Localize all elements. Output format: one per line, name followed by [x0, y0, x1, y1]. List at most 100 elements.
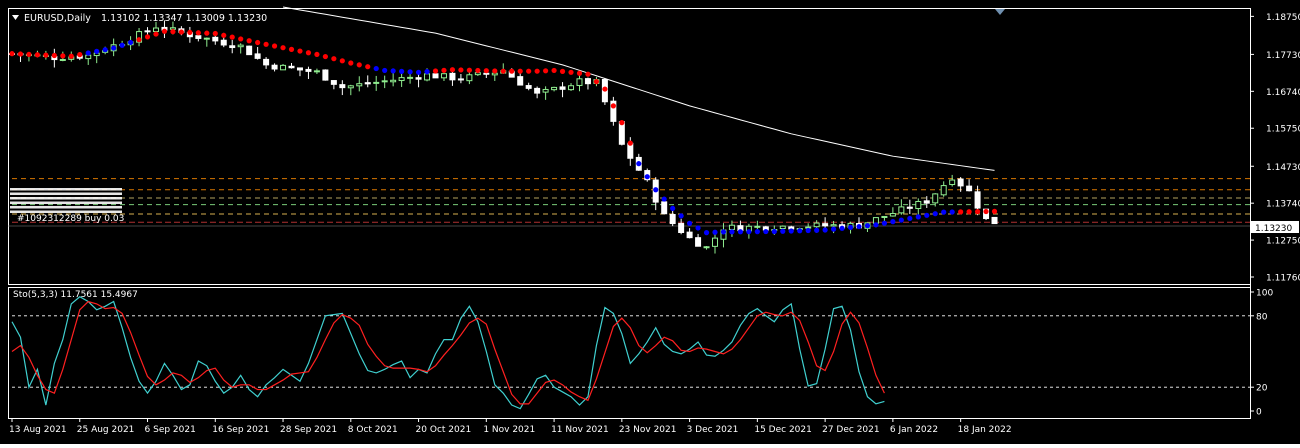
- trailing-stop-dot: [373, 65, 379, 72]
- candle-body: [195, 35, 202, 39]
- stochastic-tick-label: 0: [1256, 408, 1262, 418]
- candle-body: [356, 83, 363, 87]
- time-tick-label: 11 Nov 2021: [551, 425, 609, 435]
- price-tick-label: 1.11760: [1266, 274, 1300, 284]
- trailing-stop-dot: [771, 228, 777, 235]
- trailing-stop-dot: [500, 68, 506, 74]
- order-label-block: [10, 210, 122, 213]
- candle-body: [568, 85, 575, 91]
- stochastic-header: Sto(5,3,3) 11.7561 15.4967: [13, 290, 138, 300]
- trailing-stop-dot: [678, 213, 684, 219]
- candle-body: [407, 76, 414, 79]
- candle-body: [754, 225, 761, 228]
- trailing-stop-dot: [212, 30, 218, 37]
- candle-body: [203, 37, 210, 40]
- candle-body: [237, 44, 244, 48]
- time-tick-label: 25 Aug 2021: [77, 425, 135, 435]
- trailing-stop-dot: [881, 220, 888, 226]
- candle-body: [686, 231, 693, 239]
- trade-label: #1092312289 buy 0.03: [17, 214, 124, 224]
- trailing-stop-dot: [483, 68, 489, 74]
- trailing-stop-dot: [77, 52, 83, 58]
- candle-body: [534, 87, 541, 94]
- trailing-stop-dot: [991, 208, 998, 214]
- trailing-stop-dot: [390, 68, 396, 74]
- candle-body: [254, 53, 261, 59]
- trailing-stop-dot: [102, 47, 108, 53]
- time-tick-label: 20 Oct 2021: [416, 425, 472, 435]
- trailing-stop-dot: [441, 67, 447, 73]
- time-tick-label: 23 Nov 2021: [619, 425, 677, 435]
- trailing-stop-dot: [407, 69, 413, 75]
- trailing-stop-dot: [687, 220, 693, 226]
- trailing-stop-dot: [204, 30, 210, 36]
- candle-body: [415, 77, 422, 80]
- trailing-stop-dot: [636, 161, 642, 167]
- trailing-stop-dot: [432, 68, 439, 74]
- trailing-stop-dot: [60, 53, 66, 59]
- order-label-block: [10, 188, 122, 191]
- trailing-stop-dot: [26, 51, 32, 58]
- candle-body: [923, 200, 930, 204]
- candle-body: [551, 86, 558, 91]
- trailing-stop-dot: [983, 208, 989, 215]
- moving-average-line: [282, 6, 995, 171]
- chart-window[interactable]: 1.18750 1.17730 1.16740 1.15750 1.14730 1.137…: [0, 0, 1300, 444]
- trailing-stop-dot: [297, 48, 303, 54]
- menu-triangle-icon[interactable]: [12, 15, 19, 20]
- candle-body: [542, 88, 549, 93]
- scroll-marker-icon[interactable]: [995, 9, 1005, 15]
- candle-body: [144, 30, 151, 33]
- candle-body: [229, 45, 236, 49]
- candle-body: [678, 223, 685, 233]
- candle-body: [703, 246, 710, 249]
- candle-body: [271, 64, 278, 70]
- candle-body: [517, 76, 524, 86]
- trailing-stop-dot: [85, 50, 91, 56]
- trailing-stop-dot: [847, 224, 854, 231]
- order-label-block: [10, 192, 122, 195]
- candle-body: [932, 193, 939, 204]
- trailing-stop-dot: [51, 52, 57, 59]
- candle-body: [779, 225, 786, 230]
- trailing-stop-dot: [839, 225, 845, 231]
- candle-body: [432, 73, 439, 79]
- candle-body: [212, 36, 219, 42]
- candle-body: [373, 81, 380, 84]
- chart-canvas[interactable]: 1.18750 1.17730 1.16740 1.15750 1.14730 1.137…: [0, 0, 1300, 444]
- candle-body: [339, 84, 346, 89]
- trailing-stop-dot: [331, 56, 337, 62]
- trailing-stop-dot: [814, 227, 820, 233]
- trailing-stop-dot: [238, 36, 244, 42]
- candle-body: [822, 223, 829, 227]
- candle-body: [59, 58, 66, 61]
- trailing-stop-dot: [17, 51, 24, 57]
- trailing-stop-dot: [898, 217, 904, 223]
- candle-body: [949, 179, 956, 186]
- trailing-stop-dot: [941, 209, 947, 215]
- time-tick-label: 1 Nov 2021: [483, 425, 535, 435]
- trailing-stop-dot: [466, 67, 472, 73]
- candle-body: [330, 80, 337, 85]
- time-tick-label: 6 Sep 2021: [145, 425, 196, 435]
- trailing-stop-dot: [703, 230, 710, 236]
- price-tick-label: 1.14730: [1266, 163, 1300, 173]
- trailing-stop-dot: [221, 32, 227, 38]
- candle-body: [424, 73, 431, 81]
- trailing-stop-dot: [399, 68, 405, 74]
- trailing-stop-dot: [127, 39, 134, 46]
- time-tick-label: 8 Oct 2021: [348, 425, 398, 435]
- candle-body: [559, 86, 566, 90]
- trailing-stop-dot: [568, 69, 574, 75]
- trailing-stop-dot: [161, 28, 168, 34]
- price-tick-label: 1.16740: [1266, 88, 1300, 98]
- candle-body: [466, 74, 473, 82]
- candle-body: [957, 178, 964, 187]
- trailing-stop-dot: [593, 79, 600, 85]
- trailing-stop-dot: [534, 68, 540, 74]
- candle-body: [313, 70, 320, 73]
- candle-body: [584, 78, 591, 85]
- trailing-stop-dot: [492, 68, 498, 74]
- candle-body: [263, 58, 270, 66]
- trailing-stop-dot: [255, 39, 261, 46]
